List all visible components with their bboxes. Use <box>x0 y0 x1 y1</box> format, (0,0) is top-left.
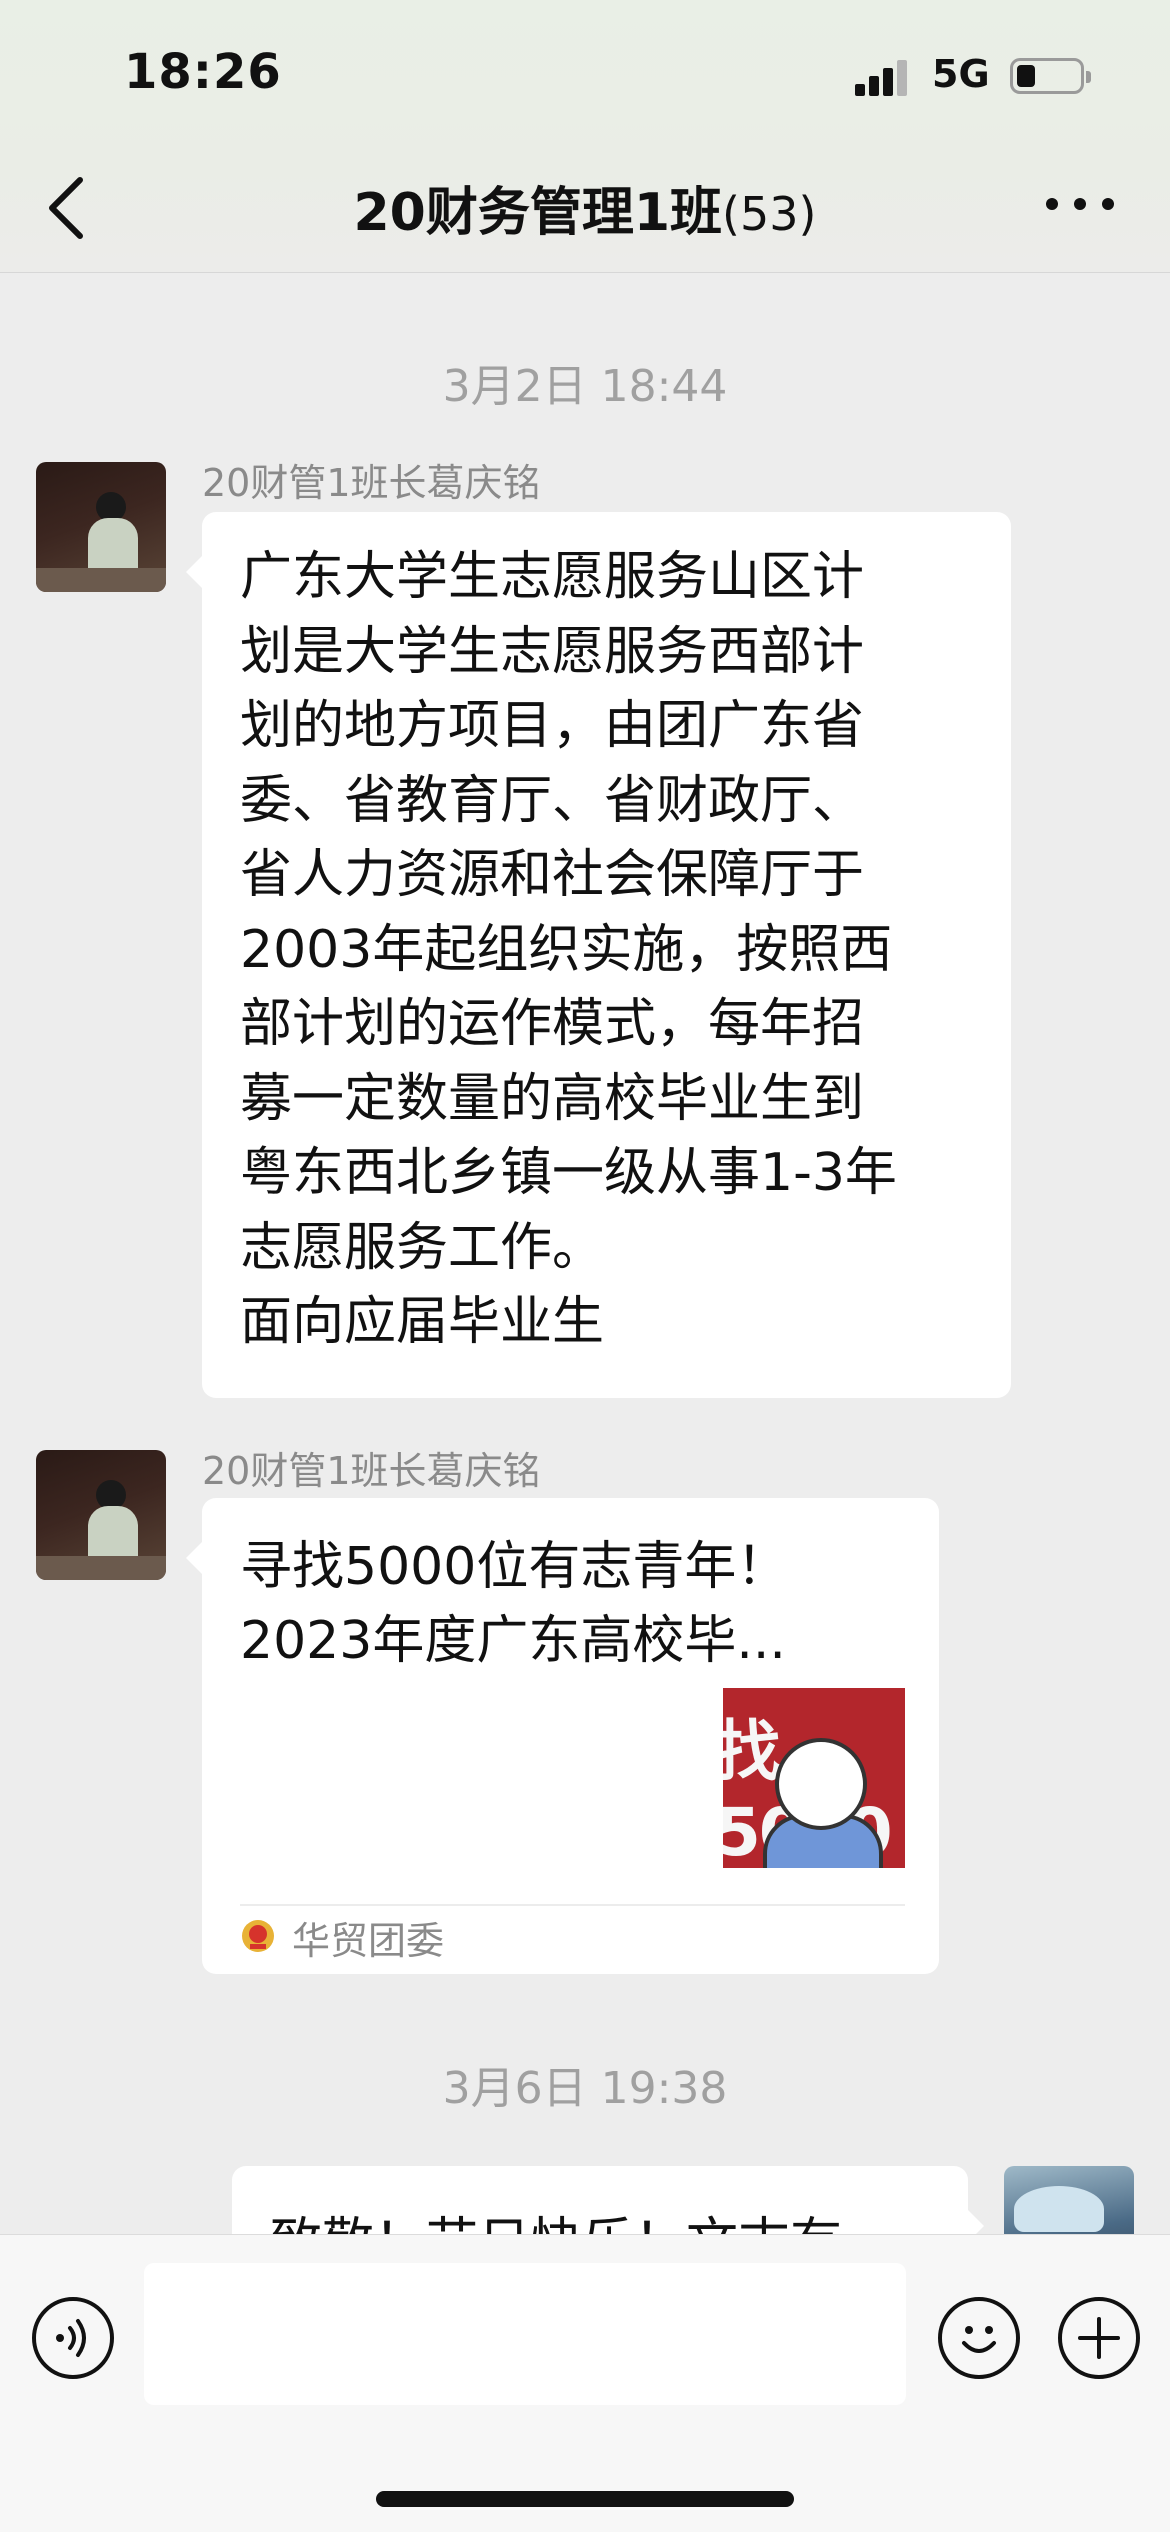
card-divider <box>240 1904 905 1906</box>
voice-icon <box>56 2319 86 2357</box>
chat-title-name: 20财务管理1班 <box>353 183 723 243</box>
timestamp: 3月2日 18:44 <box>442 361 728 412</box>
message-text: 广东大学生志愿服务山区计 划是大学生志愿服务西部计 划的地方项目，由团广东省 委… <box>240 547 897 1352</box>
member-count: (53) <box>722 187 817 241</box>
voice-button[interactable] <box>32 2297 114 2379</box>
chat-title: 20财务管理1班(53) <box>0 170 1170 245</box>
sender-name: 20财管1班长葛庆铭 <box>202 461 541 505</box>
signal-icon <box>855 58 915 96</box>
message-input[interactable] <box>144 2263 906 2405</box>
plus-button[interactable] <box>1058 2297 1140 2379</box>
link-card[interactable]: 寻找5000位有志青年！ 2023年度广东高校毕... 找5000 华贸团委 <box>186 1498 939 1974</box>
link-card-thumbnail: 找5000 <box>723 1688 905 1868</box>
youth-league-badge-icon <box>242 1920 274 1952</box>
emoji-button[interactable] <box>938 2297 1020 2379</box>
chat-screen: 18:26 5G 20财务管理1班(53) 3月2日 18:44 20财管1班长… <box>0 0 1170 2532</box>
top-bar: 18:26 5G 20财务管理1班(53) <box>0 0 1170 273</box>
sender-name: 20财管1班长葛庆铭 <box>202 1449 541 1493</box>
timestamp: 3月6日 19:38 <box>442 2063 728 2114</box>
network-label: 5G <box>932 52 990 96</box>
status-time: 18:26 <box>124 44 282 100</box>
battery-icon <box>1010 58 1091 94</box>
sender-avatar[interactable] <box>36 1450 166 1580</box>
plus-icon <box>1078 2317 1120 2359</box>
home-indicator[interactable] <box>376 2491 794 2507</box>
input-bar <box>0 2234 1170 2532</box>
more-button[interactable] <box>1042 190 1122 220</box>
link-card-source: 华贸团委 <box>292 1919 445 1963</box>
sender-avatar[interactable] <box>36 462 166 592</box>
emoji-icon <box>962 2326 996 2353</box>
link-card-title: 寻找5000位有志青年！ 2023年度广东高校毕... <box>240 1537 789 1671</box>
message-bubble[interactable]: 广东大学生志愿服务山区计 划是大学生志愿服务西部计 划的地方项目，由团广东省 委… <box>186 512 1011 1398</box>
